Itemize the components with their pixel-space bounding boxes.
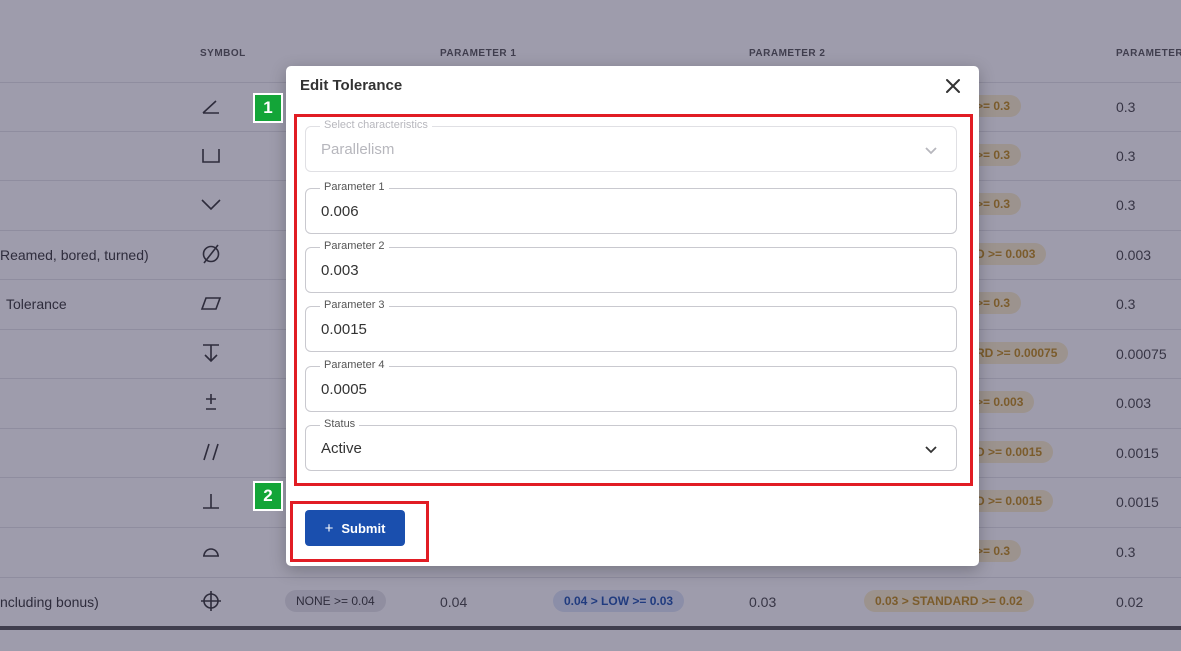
modal-title: Edit Tolerance bbox=[300, 77, 403, 94]
annotation-number-2: 2 bbox=[253, 481, 283, 511]
annotation-number-1: 1 bbox=[253, 93, 283, 123]
close-button[interactable] bbox=[943, 76, 963, 96]
close-icon bbox=[946, 79, 960, 93]
annotation-box-form bbox=[294, 114, 973, 486]
annotation-box-submit bbox=[290, 501, 429, 562]
